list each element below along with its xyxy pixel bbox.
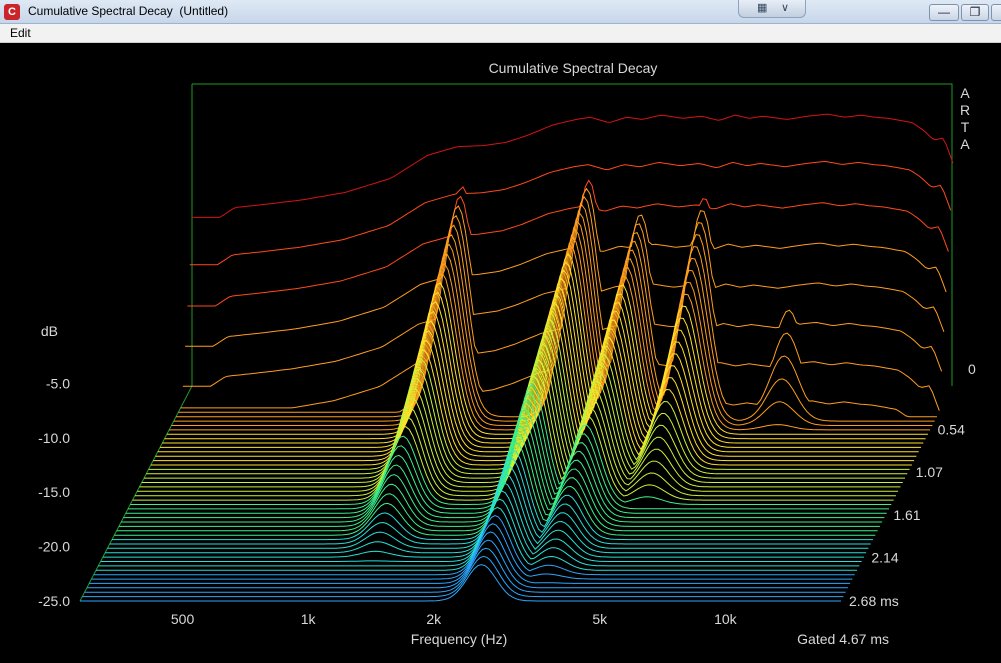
decay-slice — [118, 424, 880, 527]
y-axis-label: dB — [41, 323, 58, 339]
z-tick-label: 1.07 — [916, 464, 943, 480]
decay-slice — [125, 400, 887, 514]
watermark-letter: A — [960, 85, 970, 101]
z-tick-label: 0 — [968, 361, 976, 377]
chevron-down-icon[interactable]: ∨ — [781, 1, 789, 14]
x-tick-label: 5k — [592, 611, 608, 627]
z-tick-label: 2.14 — [871, 550, 898, 566]
decay-slice — [187, 179, 949, 307]
title-bar: C Cumulative Spectral Decay (Untitled) ▦… — [0, 0, 1001, 24]
snap-layout-icon[interactable]: ▦ — [757, 1, 767, 14]
minimize-button[interactable]: — — [929, 4, 959, 21]
z-tick-label: 1.61 — [893, 507, 920, 523]
y-tick-label: -20.0 — [38, 539, 70, 555]
x-tick-label: 500 — [171, 611, 195, 627]
z-tick-label: 2.68 ms — [849, 593, 899, 609]
decay-slice — [192, 113, 954, 218]
x-tick-label: 10k — [714, 611, 738, 627]
close-button[interactable] — [991, 4, 1001, 21]
y-tick-label: -10.0 — [38, 430, 70, 446]
gated-label: Gated 4.67 ms — [797, 631, 889, 647]
menu-item-edit[interactable]: Edit — [10, 26, 31, 40]
y-tick-label: -5.0 — [46, 375, 70, 391]
x-tick-label: 1k — [301, 611, 317, 627]
csd-chart: Cumulative Spectral DecayARTAdB-5.0-10.0… — [38, 60, 976, 647]
x-axis-label: Frequency (Hz) — [411, 631, 507, 647]
restore-button[interactable]: ❐ — [961, 4, 989, 21]
z-tick-label: 0.54 — [938, 421, 965, 437]
x-tick-label: 2k — [426, 611, 442, 627]
left-wall-edge — [79, 84, 193, 602]
watermark-letter: T — [961, 119, 970, 135]
chart-title: Cumulative Spectral Decay — [489, 60, 658, 76]
y-tick-label: -15.0 — [38, 484, 70, 500]
app-icon[interactable]: C — [4, 4, 20, 20]
csd-plot: Cumulative Spectral Decay A R T AdB -5.0 -10.0… — [6, 46, 1001, 663]
y-tick-label: -25.0 — [38, 593, 70, 609]
watermark-letter: A — [960, 136, 970, 152]
decay-slice — [107, 465, 869, 549]
window-title: Cumulative Spectral Decay (Untitled) — [28, 4, 229, 18]
decay-slice — [82, 555, 844, 598]
snap-controls[interactable]: ▦ ∨ — [738, 0, 806, 18]
decay-slice — [102, 482, 864, 558]
watermark-letter: R — [960, 102, 970, 118]
menu-bar: Edit — [0, 24, 1001, 43]
